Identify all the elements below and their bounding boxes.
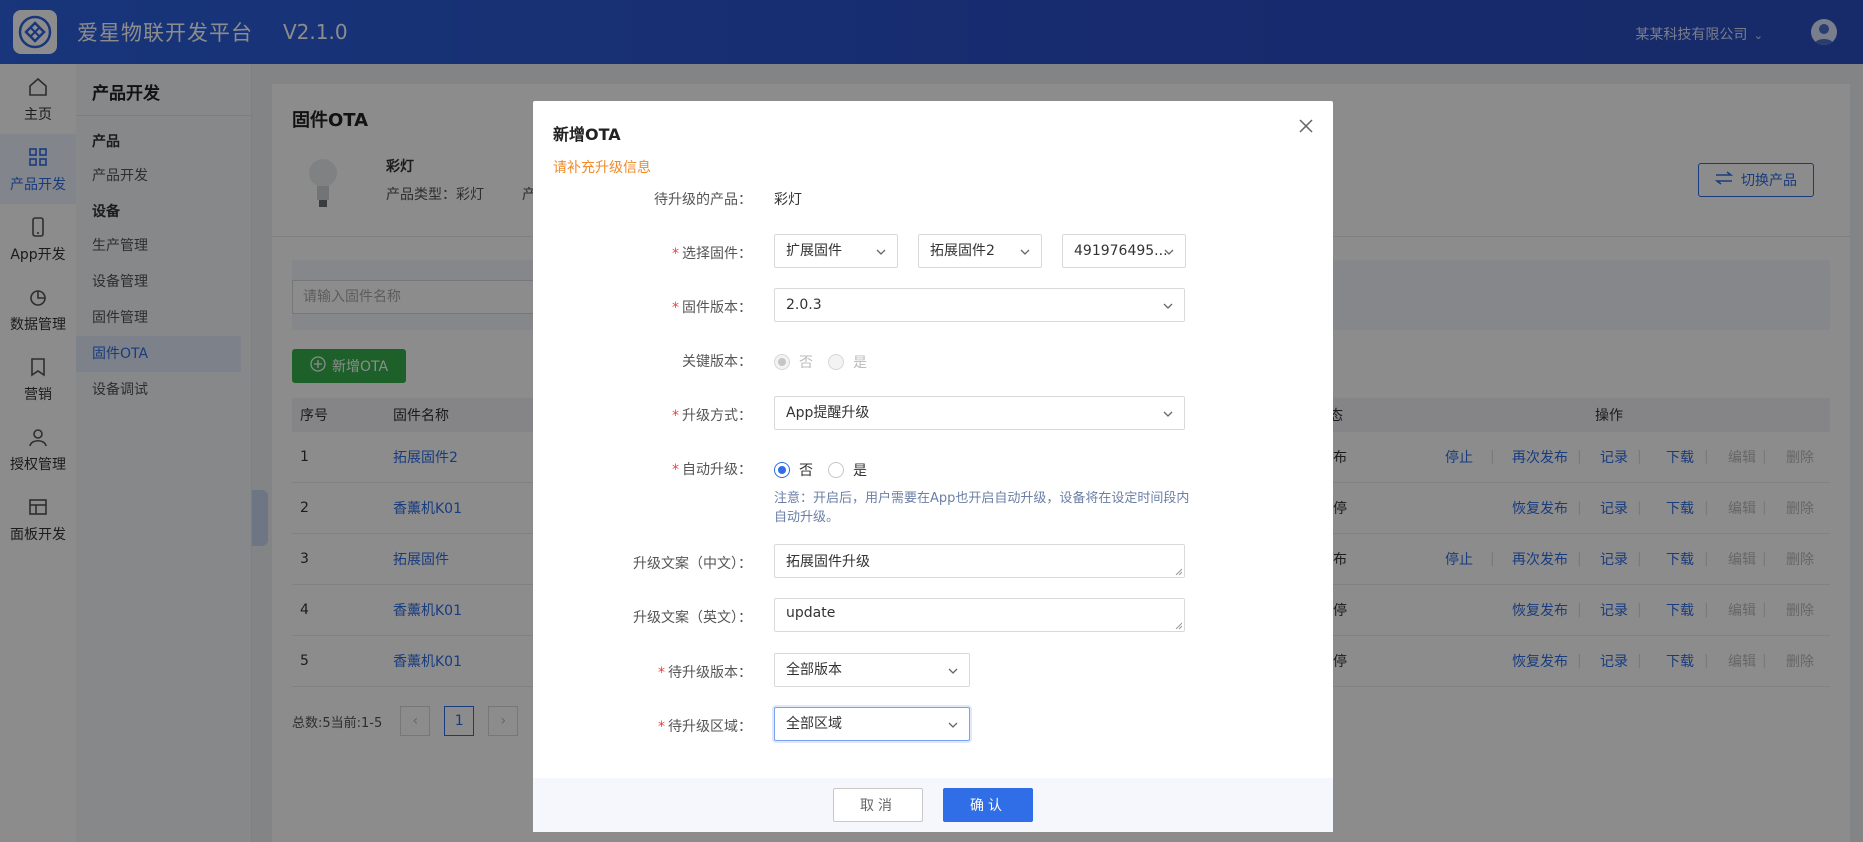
- resize-handle-icon: [1175, 622, 1182, 629]
- firmware-id-select[interactable]: 491976495...: [1062, 234, 1186, 268]
- method-label: * 升级方式：: [672, 408, 752, 424]
- version-label: * 固件版本：: [672, 300, 752, 316]
- key-version-label: 关键版本：: [682, 354, 752, 370]
- copy-en-textarea[interactable]: update: [774, 598, 1185, 632]
- radio-dot: [774, 354, 790, 370]
- target-region-value: 全部区域: [786, 716, 842, 732]
- method-value: App提醒升级: [786, 405, 870, 421]
- chevron-down-icon: [1163, 411, 1173, 417]
- cancel-button[interactable]: 取消: [833, 788, 923, 822]
- chevron-down-icon: [948, 722, 958, 728]
- auto-no-radio[interactable]: 否: [774, 460, 813, 480]
- confirm-button[interactable]: 确认: [943, 788, 1033, 822]
- firmware-id-value: 491976495...: [1074, 243, 1168, 259]
- target-region-select[interactable]: 全部区域: [774, 707, 970, 741]
- dialog-subtitle: 请补充升级信息: [553, 160, 651, 176]
- copy-cn-textarea[interactable]: 拓展固件升级: [774, 544, 1185, 578]
- copy-cn-label: 升级文案（中文）：: [633, 556, 752, 572]
- copy-en-value: update: [786, 605, 836, 621]
- firmware-name-select[interactable]: 拓展固件2: [918, 234, 1042, 268]
- key-version-no-radio[interactable]: 否: [774, 352, 813, 372]
- product-value: 彩灯: [774, 192, 802, 208]
- close-icon[interactable]: [1297, 117, 1315, 135]
- firmware-name-value: 拓展固件2: [930, 243, 995, 259]
- dialog-title: 新增OTA: [553, 125, 621, 144]
- chevron-down-icon: [1020, 249, 1030, 255]
- method-select[interactable]: App提醒升级: [774, 396, 1185, 430]
- firmware-type-select[interactable]: 扩展固件: [774, 234, 898, 268]
- radio-dot: [828, 354, 844, 370]
- key-version-yes-radio[interactable]: 是: [828, 352, 867, 372]
- version-select[interactable]: 2.0.3: [774, 288, 1185, 322]
- dialog-footer: 取消 确认: [533, 778, 1333, 832]
- add-ota-dialog: 新增OTA 请补充升级信息 待升级的产品： 彩灯 * 选择固件： 扩展固件 拓展固…: [533, 101, 1333, 832]
- chevron-down-icon: [948, 668, 958, 674]
- target-version-value: 全部版本: [786, 662, 842, 678]
- auto-note: 注意：开启后，用户需要在App也开启自动升级，设备将在设定时间段内自动升级。: [774, 491, 1190, 525]
- firmware-label: * 选择固件：: [672, 246, 752, 262]
- target-region-label: * 待升级区域：: [658, 719, 752, 735]
- version-value: 2.0.3: [786, 297, 822, 313]
- chevron-down-icon: [1163, 303, 1173, 309]
- copy-en-label: 升级文案（英文）：: [633, 610, 752, 626]
- copy-cn-value: 拓展固件升级: [786, 554, 870, 570]
- chevron-down-icon: [876, 249, 886, 255]
- firmware-type-value: 扩展固件: [786, 243, 842, 259]
- auto-yes-radio[interactable]: 是: [828, 460, 867, 480]
- resize-handle-icon: [1175, 568, 1182, 575]
- chevron-down-icon: [1164, 249, 1174, 255]
- product-label: 待升级的产品：: [654, 192, 752, 208]
- target-version-label: * 待升级版本：: [658, 665, 752, 681]
- radio-dot: [828, 462, 844, 478]
- auto-label: * 自动升级：: [672, 462, 752, 478]
- target-version-select[interactable]: 全部版本: [774, 653, 970, 687]
- radio-dot: [774, 462, 790, 478]
